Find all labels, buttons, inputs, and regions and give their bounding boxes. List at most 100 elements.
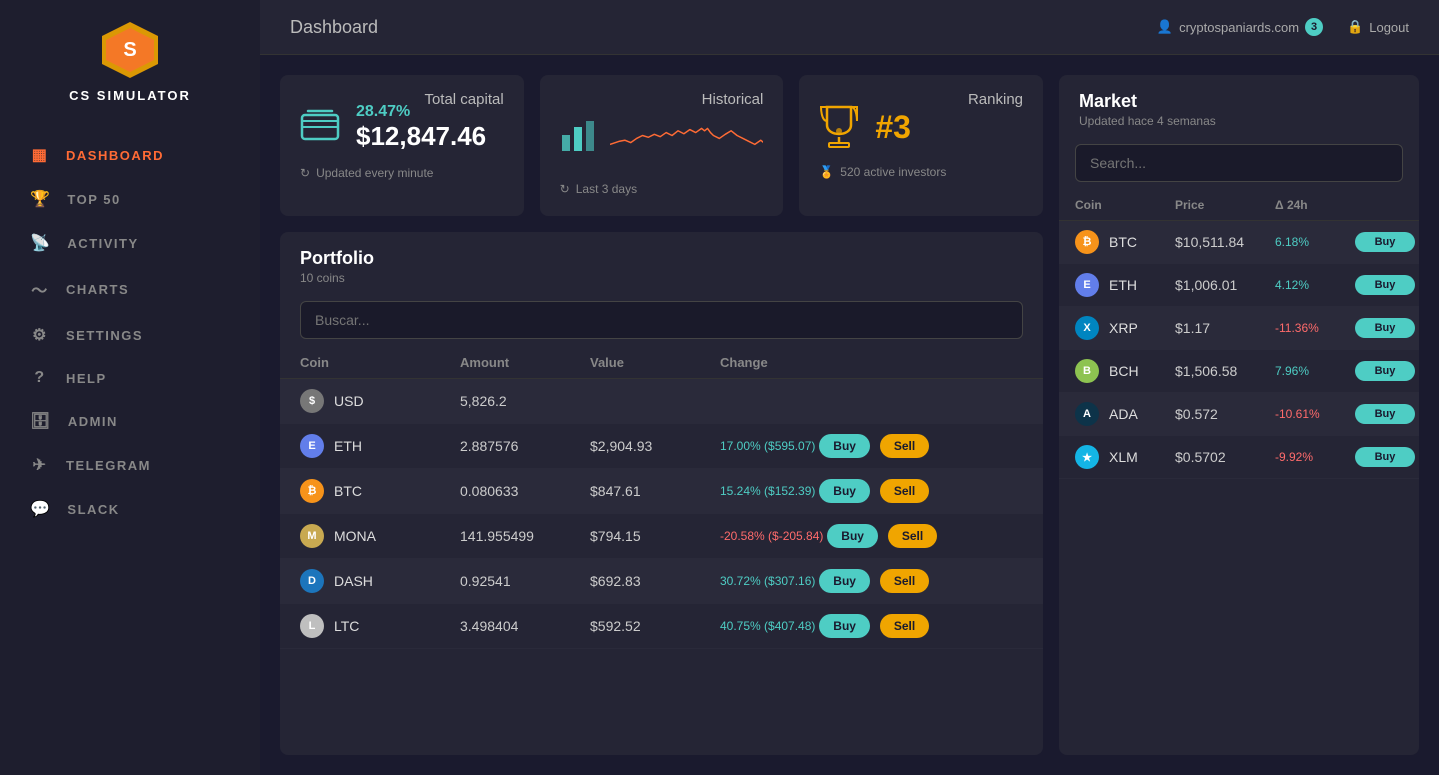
value-btc: $847.61 [590, 483, 720, 499]
historical-footer-text: Last 3 days [576, 182, 637, 196]
logo-area: S CS SIMULATOR [69, 20, 191, 103]
market-coin-eth: E ETH [1075, 273, 1175, 297]
ranking-main: #3 [819, 103, 1023, 151]
lock-icon: 🔒 [1347, 19, 1363, 35]
sidebar-label-settings: SETTINGS [66, 328, 143, 343]
amount-usd: 5,826.2 [460, 393, 590, 409]
col-change: Change [720, 355, 1023, 370]
sell-eth-button[interactable]: Sell [880, 434, 929, 458]
buy-btc-button[interactable]: Buy [819, 479, 870, 503]
left-panel: Total capital 28.47% $12,847.46 [280, 75, 1043, 755]
sidebar-item-charts[interactable]: 〜 CHARTS [0, 265, 260, 313]
market-change-btc: 6.18% [1275, 235, 1355, 249]
capital-amount: $12,847.46 [356, 121, 486, 151]
sidebar-label-activity: ACTIVITY [67, 236, 138, 251]
trophy-icon [819, 103, 859, 151]
portfolio-title: Portfolio [300, 248, 1023, 269]
market-coin-xrp: X XRP [1075, 316, 1175, 340]
portfolio-table-header: Coin Amount Value Change [280, 347, 1043, 379]
sell-btc-button[interactable]: Sell [880, 479, 929, 503]
historical-main [560, 103, 764, 168]
coin-cell-ltc: L LTC [300, 614, 460, 638]
sidebar-item-top50[interactable]: 🏆 TOP 50 [0, 177, 260, 221]
sidebar-label-slack: SLACK [67, 502, 119, 517]
market-col-action [1355, 198, 1415, 212]
buy-mona-button[interactable]: Buy [827, 524, 878, 548]
sidebar-item-settings[interactable]: ⚙ SETTINGS [0, 313, 260, 357]
user-menu[interactable]: 👤 cryptospaniards.com 3 [1157, 18, 1323, 36]
portfolio-section: Portfolio 10 coins Coin Amount Value Cha… [280, 232, 1043, 755]
market-change-bch: 7.96% [1275, 364, 1355, 378]
table-row: $ USD 5,826.2 [280, 379, 1043, 424]
market-price-eth: $1,006.01 [1175, 277, 1275, 293]
change-cell-btc: 15.24% ($152.39) Buy Sell [720, 479, 1023, 503]
market-coin-bch: B BCH [1075, 359, 1175, 383]
market-title: Market [1079, 91, 1399, 112]
coin-icon-btc: ₿ [300, 479, 324, 503]
page-title: Dashboard [290, 17, 378, 38]
market-icon-xlm: ★ [1075, 445, 1099, 469]
market-buy-xlm[interactable]: Buy [1355, 447, 1415, 467]
ranking-card: Ranking [799, 75, 1043, 216]
user-icon: 👤 [1157, 19, 1173, 35]
sell-dash-button[interactable]: Sell [880, 569, 929, 593]
buy-ltc-button[interactable]: Buy [819, 614, 870, 638]
ranking-values: #3 [875, 109, 911, 146]
header: Dashboard 👤 cryptospaniards.com 3 🔒 Logo… [260, 0, 1439, 55]
table-row: L LTC 3.498404 $592.52 40.75% ($407.48) … [280, 604, 1043, 649]
wallet-icon [300, 107, 340, 149]
sell-ltc-button[interactable]: Sell [880, 614, 929, 638]
buy-eth-button[interactable]: Buy [819, 434, 870, 458]
market-row: ★ XLM $0.5702 -9.92% Buy [1059, 436, 1419, 479]
sidebar-item-telegram[interactable]: ✈ TELEGRAM [0, 443, 260, 487]
market-buy-bch[interactable]: Buy [1355, 361, 1415, 381]
sidebar-item-slack[interactable]: 💬 SLACK [0, 487, 260, 531]
logout-button[interactable]: 🔒 Logout [1347, 19, 1409, 35]
market-change-eth: 4.12% [1275, 278, 1355, 292]
market-section: Market Updated hace 4 semanas Coin Price… [1059, 75, 1419, 755]
market-buy-ada[interactable]: Buy [1355, 404, 1415, 424]
medal-icon: 🏅 [819, 165, 834, 179]
sidebar-item-dashboard[interactable]: ▦ DASHBOARD [0, 133, 260, 177]
change-cell-eth: 17.00% ($595.07) Buy Sell [720, 434, 1023, 458]
portfolio-header: Portfolio 10 coins [280, 232, 1043, 293]
market-table-body: ₿ BTC $10,511.84 6.18% Buy E ETH $1,00 [1059, 221, 1419, 755]
historical-title: Historical [702, 91, 764, 108]
market-coin-xlm: ★ XLM [1075, 445, 1175, 469]
market-buy-eth[interactable]: Buy [1355, 275, 1415, 295]
header-right: 👤 cryptospaniards.com 3 🔒 Logout [1157, 18, 1409, 36]
coin-icon-usd: $ [300, 389, 324, 413]
buy-dash-button[interactable]: Buy [819, 569, 870, 593]
change-ltc: 40.75% ($407.48) [720, 619, 815, 633]
chart-bar-icon [560, 115, 598, 156]
sell-mona-button[interactable]: Sell [888, 524, 937, 548]
market-buy-xrp[interactable]: Buy [1355, 318, 1415, 338]
sidebar-item-help[interactable]: ? HELP [0, 357, 260, 399]
change-dash: 30.72% ($307.16) [720, 574, 815, 588]
historical-card: Historical [540, 75, 784, 216]
market-icon-xrp: X [1075, 316, 1099, 340]
market-price-xlm: $0.5702 [1175, 449, 1275, 465]
historical-refresh-icon: ↻ [560, 182, 570, 196]
ranking-footer-text: 520 active investors [840, 165, 946, 179]
sidebar-item-activity[interactable]: 📡 ACTIVITY [0, 221, 260, 265]
portfolio-search-input[interactable] [300, 301, 1023, 339]
coin-cell-btc: ₿ BTC [300, 479, 460, 503]
sidebar-item-admin[interactable]: 🗄 ADMIN [0, 399, 260, 443]
market-price-xrp: $1.17 [1175, 320, 1275, 336]
table-row: ₿ BTC 0.080633 $847.61 15.24% ($152.39) … [280, 469, 1043, 514]
market-row: A ADA $0.572 -10.61% Buy [1059, 393, 1419, 436]
change-cell-mona: -20.58% ($-205.84) Buy Sell [720, 524, 1023, 548]
change-mona: -20.58% ($-205.84) [720, 529, 823, 543]
refresh-icon: ↻ [300, 166, 310, 180]
amount-eth: 2.887576 [460, 438, 590, 454]
capital-pct: 28.47% [356, 103, 410, 120]
market-price-ada: $0.572 [1175, 406, 1275, 422]
market-buy-btc[interactable]: Buy [1355, 232, 1415, 252]
amount-ltc: 3.498404 [460, 618, 590, 634]
market-table-header: Coin Price Δ 24h [1059, 190, 1419, 221]
market-col-coin: Coin [1075, 198, 1175, 212]
right-panel: Market Updated hace 4 semanas Coin Price… [1059, 75, 1419, 755]
market-search-input[interactable] [1075, 144, 1403, 182]
coin-cell-mona: M MONA [300, 524, 460, 548]
